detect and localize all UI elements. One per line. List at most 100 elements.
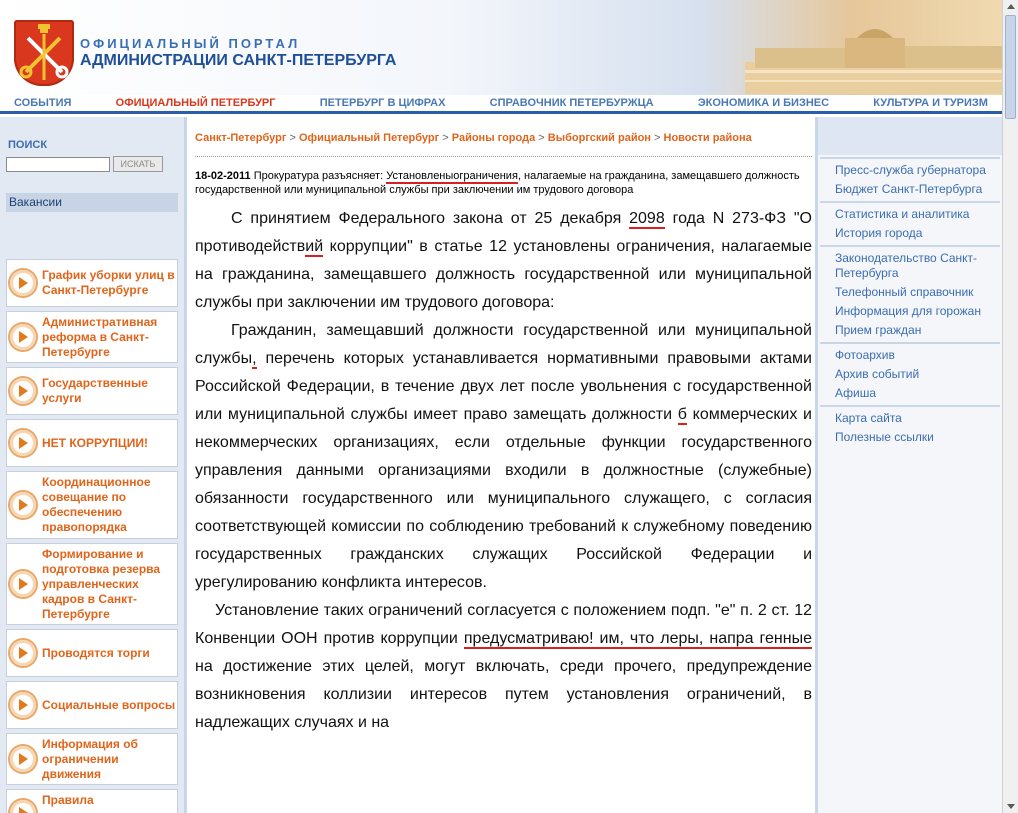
breadcrumb: Санкт-Петербург > Официальный Петербург … (195, 132, 752, 144)
sidebar-button-coordination-meeting[interactable]: Координационное совещание по обеспечению… (6, 471, 178, 539)
sidebar-button-traffic-restrictions[interactable]: Информация об ограничении движения (6, 733, 178, 785)
sidebar-button-label: Формирование и подготовка резерва управл… (42, 546, 161, 621)
scroll-down-arrow-icon[interactable] (1004, 799, 1018, 813)
article-body: С принятием Федерального закона от 25 де… (195, 205, 813, 737)
sidebar-button-label: Административная реформа в Санкт-Петербу… (42, 314, 158, 359)
right-link[interactable]: Бюджет Санкт-Петербурга (820, 180, 1000, 199)
divider (195, 156, 812, 157)
breadcrumb-item[interactable]: Районы города (452, 132, 535, 144)
nav-economy-business[interactable]: ЭКОНОМИКА И БИЗНЕС (698, 97, 829, 109)
arrow-circle-icon (10, 692, 36, 718)
sidebar-button-label: График уборки улиц в Санкт-Петербурге (42, 268, 175, 297)
search-title: ПОИСК (8, 139, 48, 151)
right-link[interactable]: Фотоархив (820, 346, 1000, 365)
right-link-group: Пресс-служба губернатора Бюджет Санкт-Пе… (820, 157, 1000, 199)
portal-subtitle: ОФИЦИАЛЬНЫЙ ПОРТАЛ (80, 36, 301, 51)
arrow-circle-icon (10, 324, 36, 350)
sidebar-button-personnel-reserve[interactable]: Формирование и подготовка резерва управл… (6, 543, 178, 625)
sidebar-button-label: НЕТ КОРРУПЦИИ! (42, 435, 148, 450)
sidebar-button-auctions[interactable]: Проводятся торги (6, 629, 178, 677)
coat-of-arms-logo[interactable] (14, 20, 74, 86)
sidebar-button-label: Государственные услуги (42, 376, 148, 405)
article-text: коммерческих и некоммерческих организаци… (195, 406, 812, 591)
nav-official-petersburg[interactable]: ОФИЦИАЛЬНЫЙ ПЕТЕРБУРГ (116, 97, 276, 109)
red-underline-mark: 2098 (629, 210, 665, 229)
right-link[interactable]: Информация для горожан (820, 302, 1000, 321)
scroll-up-arrow-icon[interactable] (1004, 0, 1018, 14)
right-link[interactable]: Прием граждан (820, 321, 1000, 340)
breadcrumb-item[interactable]: Выборгский район (548, 132, 651, 144)
right-link[interactable]: Пресс-служба губернатора (820, 161, 1000, 180)
right-link[interactable]: Афиша (820, 384, 1000, 403)
sidebar-button-admin-reform[interactable]: Административная реформа в Санкт-Петербу… (6, 311, 178, 363)
arrow-circle-icon (10, 430, 36, 456)
right-link[interactable]: Карта сайта (820, 409, 1000, 428)
right-link-group: Законодательство Санкт-Петербурга Телефо… (820, 245, 1000, 340)
red-underline-mark: предусматриваю! им, что леры, напра генн… (463, 630, 813, 649)
breadcrumb-item[interactable]: Новости района (664, 132, 752, 144)
search-input[interactable] (6, 157, 110, 172)
right-link[interactable]: Статистика и аналитика (820, 205, 1000, 224)
right-link-group: Фотоархив Архив событий Афиша (820, 342, 1000, 403)
search-button[interactable]: ИСКАТЬ (113, 156, 163, 172)
top-navigation: СОБЫТИЯ ОФИЦИАЛЬНЫЙ ПЕТЕРБУРГ ПЕТЕРБУРГ … (0, 95, 1002, 114)
nav-petersburg-in-numbers[interactable]: ПЕТЕРБУРГ В ЦИФРАХ (320, 97, 446, 109)
right-link[interactable]: Архив событий (820, 365, 1000, 384)
portal-title: АДМИНИСТРАЦИИ САНКТ-ПЕТЕРБУРГА (80, 52, 397, 69)
arrow-circle-icon (10, 640, 36, 666)
breadcrumb-item[interactable]: Санкт-Петербург (195, 132, 286, 144)
sidebar-button-no-corruption[interactable]: НЕТ КОРРУПЦИИ! (6, 419, 178, 467)
arrow-circle-icon (10, 746, 36, 772)
breadcrumb-separator: > (538, 132, 545, 144)
site-header: ОФИЦИАЛЬНЫЙ ПОРТАЛ АДМИНИСТРАЦИИ САНКТ-П… (0, 0, 1002, 96)
sidebar-button-rules[interactable]: Правила (6, 789, 178, 813)
article-paragraph: Установление таких ограничений согласует… (195, 597, 813, 737)
crest-graphic (19, 24, 69, 80)
nav-culture-tourism[interactable]: КУЛЬТУРА И ТУРИЗМ (873, 97, 988, 109)
right-sidebar: Пресс-служба губернатора Бюджет Санкт-Пе… (818, 117, 1002, 813)
red-underline-mark: б (677, 406, 687, 425)
scrollbar-thumb[interactable] (1005, 15, 1016, 119)
nav-citizen-guide[interactable]: СПРАВОЧНИК ПЕТЕРБУРЖЦА (490, 97, 654, 109)
news-underlined-text: Установленыограничения (386, 170, 518, 184)
right-link-group: Карта сайта Полезные ссылки (820, 405, 1000, 447)
breadcrumb-separator: > (289, 132, 296, 144)
sidebar-button-social-issues[interactable]: Социальные вопросы (6, 681, 178, 729)
article-text: С принятием Федерального закона от 25 де… (231, 210, 630, 227)
article-paragraph: Гражданин, замещавший должности государс… (195, 317, 812, 597)
right-sidebar-header-band (818, 117, 1002, 155)
sidebar-button-label: Проводятся торги (42, 645, 150, 660)
right-link[interactable]: Телефонный справочник (820, 283, 1000, 302)
palace-banner-image (745, 29, 1002, 94)
news-lead: Прокуратура разъясняет: (253, 170, 384, 182)
right-link-group: Статистика и аналитика История города (820, 201, 1000, 243)
sidebar-button-street-cleaning[interactable]: График уборки улиц в Санкт-Петербурге (6, 259, 178, 307)
breadcrumb-separator: > (442, 132, 449, 144)
sidebar-button-label: Правила (42, 793, 94, 807)
sidebar-button-public-services[interactable]: Государственные услуги (6, 367, 178, 415)
arrow-circle-icon (10, 571, 36, 597)
news-date: 18-02-2011 (195, 170, 251, 182)
red-underline-mark: ий (305, 238, 324, 257)
nav-events[interactable]: СОБЫТИЯ (14, 97, 71, 109)
article-text: на достижение этих целей, могут включать… (195, 658, 812, 731)
article-paragraph: С принятием Федерального закона от 25 де… (195, 205, 812, 317)
right-link[interactable]: Полезные ссылки (820, 428, 1000, 447)
sidebar-button-label: Координационное совещание по обеспечению… (42, 475, 151, 534)
browser-page: ОФИЦИАЛЬНЫЙ ПОРТАЛ АДМИНИСТРАЦИИ САНКТ-П… (0, 0, 1002, 813)
sidebar-button-label: Информация об ограничении движения (42, 736, 138, 781)
breadcrumb-item[interactable]: Официальный Петербург (299, 132, 439, 144)
arrow-circle-icon (10, 378, 36, 404)
arrow-circle-icon (10, 492, 36, 518)
news-headline: 18-02-2011 Прокуратура разъясняет: Устан… (195, 169, 812, 197)
vacancies-link[interactable]: Вакансии (6, 193, 178, 212)
left-sidebar: ПОИСК ИСКАТЬ Вакансии График уборки улиц… (0, 117, 184, 813)
right-link[interactable]: Законодательство Санкт-Петербурга (820, 249, 1000, 283)
arrow-circle-icon (10, 800, 36, 813)
vertical-scrollbar[interactable] (1002, 0, 1018, 813)
arrow-circle-icon (10, 270, 36, 296)
breadcrumb-separator: > (654, 132, 661, 144)
right-link[interactable]: История города (820, 224, 1000, 243)
sidebar-button-label: Социальные вопросы (42, 697, 176, 712)
main-content: Санкт-Петербург > Официальный Петербург … (184, 117, 818, 813)
